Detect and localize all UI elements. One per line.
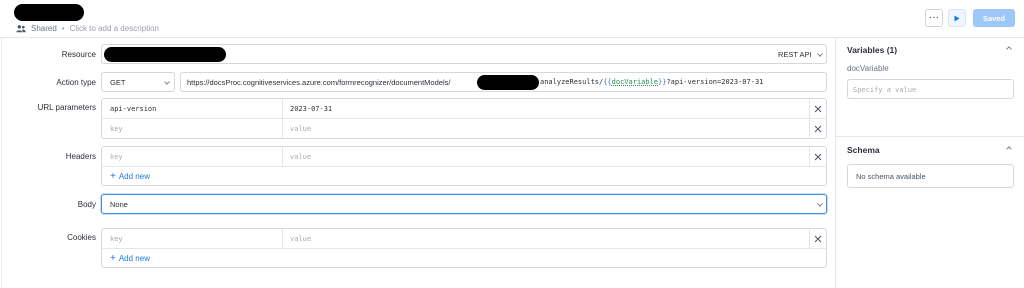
close-icon[interactable] xyxy=(814,235,822,243)
schema-box: No schema available xyxy=(847,164,1014,188)
action-column-divider xyxy=(809,147,810,166)
column-divider xyxy=(282,229,283,248)
url-prefix: https://docsProc.cognitiveservices.azure… xyxy=(187,78,451,87)
url-mid: analyzeResults/ xyxy=(540,78,604,86)
redacted-resource-name xyxy=(104,47,226,62)
header-value-input[interactable]: value xyxy=(290,153,311,161)
shared-label: Shared xyxy=(31,23,57,33)
body-label: Body xyxy=(77,200,96,209)
action-type-label: Action type xyxy=(56,78,96,87)
table-row: key value xyxy=(102,229,826,249)
headers-label: Headers xyxy=(65,152,96,161)
close-icon[interactable] xyxy=(814,153,822,161)
url-parameters-label: URL parameters xyxy=(37,103,96,112)
table-row: key value xyxy=(102,147,826,167)
close-icon[interactable] xyxy=(814,105,822,113)
cookies-label: Cookies xyxy=(67,233,96,242)
body-value: None xyxy=(110,200,128,209)
header-divider xyxy=(0,37,1024,38)
variables-title: Variables (1) xyxy=(847,45,898,55)
query-meta: Shared • Click to add a description xyxy=(16,22,159,34)
more-options-button[interactable]: ··· xyxy=(925,9,943,27)
column-divider xyxy=(282,147,283,166)
cookies-table: key value + Add new xyxy=(101,228,827,268)
add-header-button[interactable]: + Add new xyxy=(110,170,150,182)
body-select[interactable]: None xyxy=(101,194,827,214)
resource-label: Resource xyxy=(61,50,96,59)
url-brace-open: {{ xyxy=(603,78,612,86)
add-new-label: Add new xyxy=(118,254,150,263)
close-icon[interactable] xyxy=(814,125,822,133)
add-new-label: Add new xyxy=(118,172,150,181)
variable-value-input[interactable]: Specify a value xyxy=(847,79,1014,99)
play-icon xyxy=(954,15,960,21)
saved-button[interactable]: Saved xyxy=(973,9,1015,27)
resource-type: REST API xyxy=(778,50,812,59)
chevron-down-icon xyxy=(817,203,823,207)
url-variable: docVariable xyxy=(611,78,659,86)
resource-select[interactable]: REST API xyxy=(101,44,827,64)
param-value[interactable]: 2023-07-31 xyxy=(290,105,332,113)
saved-label: Saved xyxy=(982,13,1006,23)
plus-icon: + xyxy=(110,252,116,264)
headers-table: key value + Add new xyxy=(101,146,827,186)
more-icon: ··· xyxy=(929,12,939,23)
action-column-divider xyxy=(809,229,810,248)
param-value-input[interactable]: value xyxy=(290,125,311,133)
url-parameters-table: api-version 2023-07-31 key value xyxy=(101,98,827,139)
panel-divider xyxy=(835,38,836,288)
add-cookie-button[interactable]: + Add new xyxy=(110,252,150,264)
chevron-down-icon xyxy=(164,81,170,85)
cookie-value-input[interactable]: value xyxy=(290,235,311,243)
left-edge-divider xyxy=(1,38,2,288)
chevron-down-icon xyxy=(817,53,823,57)
people-icon xyxy=(16,24,26,32)
cookie-key-input[interactable]: key xyxy=(110,235,123,243)
chevron-up-icon[interactable] xyxy=(1006,146,1012,150)
header-key-input[interactable]: key xyxy=(110,153,123,161)
method-value: GET xyxy=(110,78,126,87)
description-placeholder[interactable]: Click to add a description xyxy=(70,24,159,33)
meta-separator: • xyxy=(61,23,65,33)
param-key-input[interactable]: key xyxy=(110,125,123,133)
url-template: analyzeResults/{{docVariable}}?api-versi… xyxy=(540,78,763,86)
plus-icon: + xyxy=(110,170,116,182)
method-select[interactable]: GET xyxy=(101,72,175,92)
redacted-query-name xyxy=(14,4,84,21)
redacted-model-id xyxy=(477,75,539,90)
param-key[interactable]: api-version xyxy=(110,105,156,113)
variable-placeholder: Specify a value xyxy=(853,86,917,94)
url-input[interactable]: https://docsProc.cognitiveservices.azure… xyxy=(180,72,827,92)
schema-empty-text: No schema available xyxy=(856,172,926,181)
panel-section-divider xyxy=(836,136,1024,137)
chevron-up-icon[interactable] xyxy=(1006,46,1012,50)
url-suffix: ?api-version=2023-07-31 xyxy=(666,78,764,86)
variable-name: docVariable xyxy=(847,64,889,73)
table-row: key value xyxy=(102,119,826,139)
schema-title: Schema xyxy=(847,145,880,155)
table-row: api-version 2023-07-31 xyxy=(102,99,826,119)
run-button[interactable] xyxy=(948,9,966,27)
